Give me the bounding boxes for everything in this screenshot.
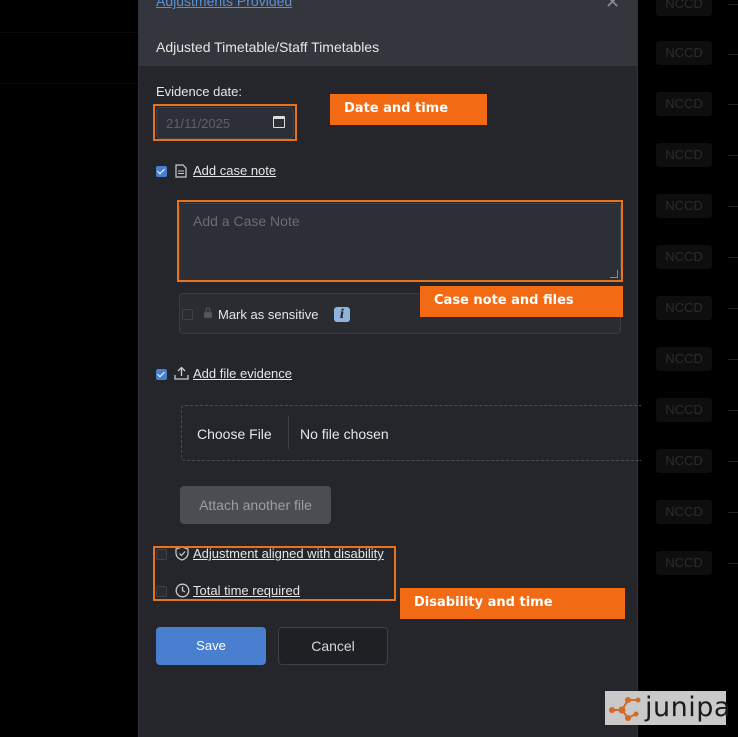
mark-sensitive-checkbox[interactable] (182, 309, 193, 320)
lock-icon (204, 307, 212, 318)
table-dash (728, 257, 738, 258)
close-icon[interactable]: ✕ (605, 0, 620, 13)
add-case-note-checkbox[interactable] (156, 166, 167, 177)
table-badge: NCCD (656, 551, 712, 575)
table-dash (728, 512, 738, 513)
file-divider (288, 416, 289, 449)
table-dash (728, 104, 738, 105)
add-case-note-link[interactable]: Add case note (193, 163, 276, 178)
no-file-chosen-text: No file chosen (300, 426, 389, 442)
watermark-text: junipa (645, 692, 731, 723)
table-dash (728, 308, 738, 309)
table-badge: NCCD (656, 500, 712, 524)
evidence-date-label: Evidence date: (156, 84, 243, 99)
table-dash (728, 359, 738, 360)
upload-icon (174, 366, 189, 380)
table-badge: NCCD (656, 194, 712, 218)
case-note-callout: Case note and files (420, 286, 623, 317)
document-icon (175, 164, 187, 178)
cancel-button[interactable]: Cancel (278, 627, 388, 665)
case-note-highlight-box (177, 200, 623, 282)
add-file-evidence-checkbox[interactable] (156, 369, 167, 380)
modal-subtitle: Adjusted Timetable/Staff Timetables (156, 39, 380, 55)
adjustments-provided-link[interactable]: Adjustments Provided (156, 0, 292, 9)
table-badge: NCCD (656, 0, 712, 16)
table-badge: NCCD (656, 92, 712, 116)
table-badge: NCCD (656, 245, 712, 269)
modal-header: Adjustments Provided ✕ Adjusted Timetabl… (139, 0, 637, 66)
junipa-watermark: junipa (605, 691, 730, 725)
date-time-callout: Date and time (330, 94, 487, 125)
table-divider (0, 32, 138, 33)
table-divider (0, 83, 138, 84)
choose-file-button[interactable]: Choose File (197, 426, 272, 442)
disability-time-callout: Disability and time (400, 588, 625, 619)
table-dash (728, 563, 738, 564)
table-dash (728, 4, 738, 5)
table-badge: NCCD (656, 449, 712, 473)
table-dash (728, 54, 738, 55)
table-dash (728, 155, 738, 156)
info-icon[interactable]: i (334, 307, 350, 322)
table-dash (728, 206, 738, 207)
table-badge: NCCD (656, 143, 712, 167)
file-dropzone[interactable]: Choose File No file chosen (181, 405, 641, 461)
junipa-logo-icon (609, 697, 641, 721)
table-dash (728, 461, 738, 462)
table-badge: NCCD (656, 398, 712, 422)
date-highlight-box (153, 104, 297, 141)
mark-sensitive-label: Mark as sensitive (218, 307, 319, 322)
save-button[interactable]: Save (156, 627, 266, 665)
disability-highlight-box (153, 546, 396, 601)
table-badge: NCCD (656, 41, 712, 65)
table-badge: NCCD (656, 296, 712, 320)
table-dash (728, 410, 738, 411)
table-badge: NCCD (656, 347, 712, 371)
attach-another-file-button[interactable]: Attach another file (180, 486, 331, 524)
add-file-evidence-link[interactable]: Add file evidence (193, 366, 292, 381)
